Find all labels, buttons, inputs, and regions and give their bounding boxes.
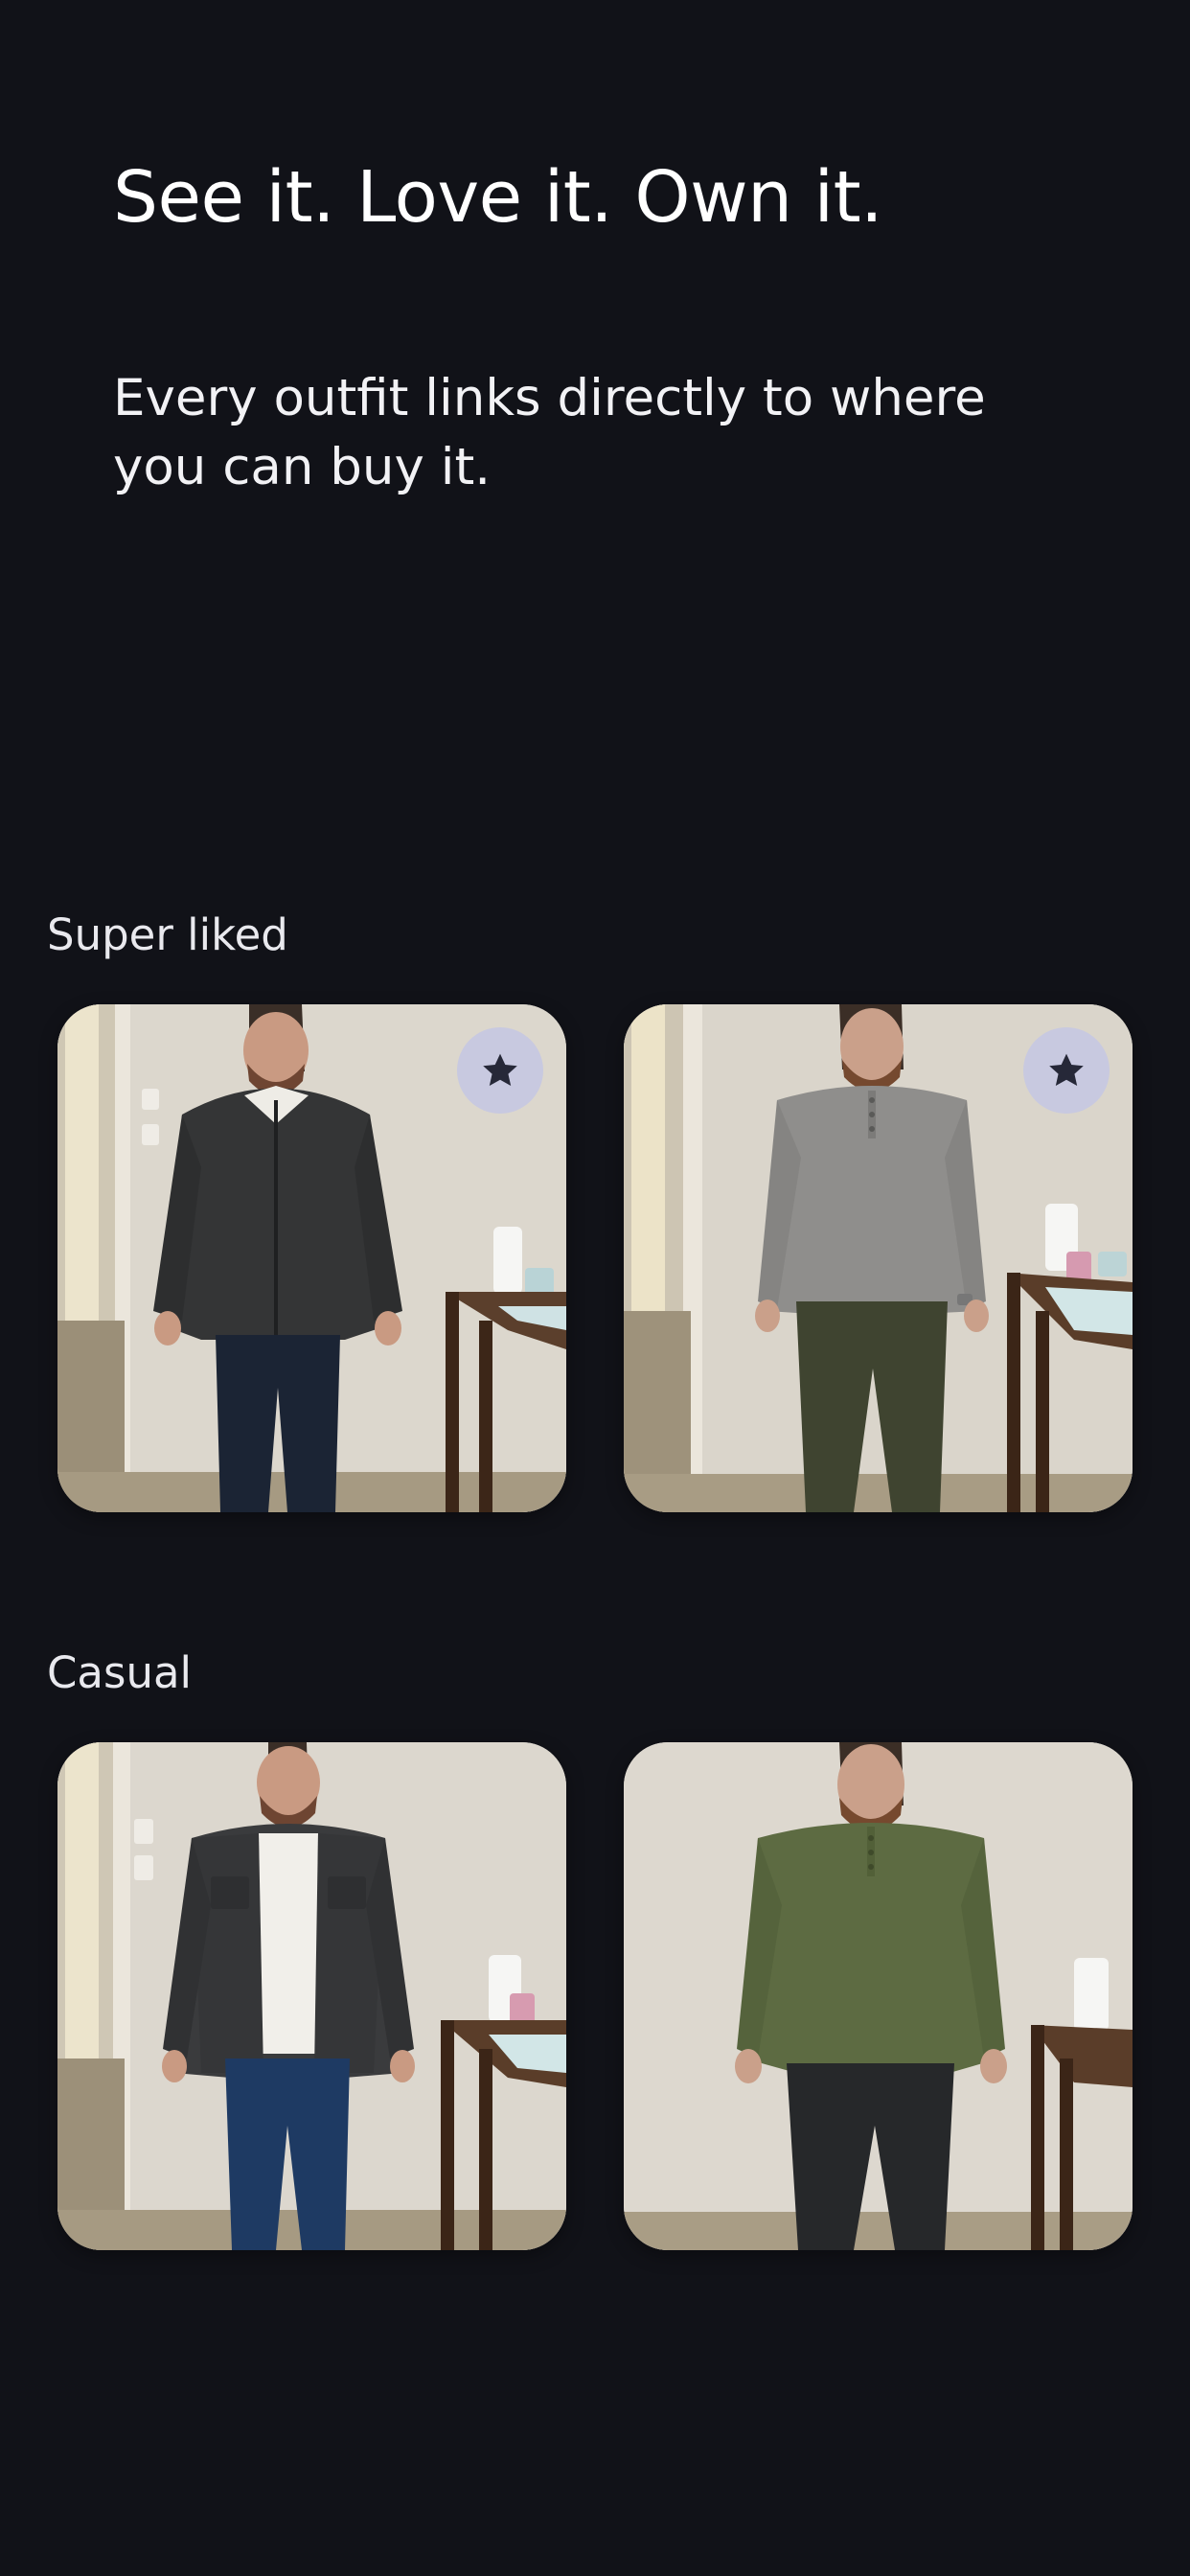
star-icon [1049, 1053, 1084, 1086]
outfit-card[interactable] [624, 1742, 1133, 2250]
section-label-casual: Casual [47, 1647, 193, 1698]
outfit-photo [624, 1742, 1133, 2250]
onboarding-screen: See it. Love it. Own it. Every outfit li… [0, 0, 1190, 2576]
outfit-card[interactable] [624, 1004, 1133, 1512]
outfit-card[interactable] [57, 1004, 566, 1512]
outfit-photo [57, 1742, 566, 2250]
super-like-badge[interactable] [457, 1027, 543, 1114]
star-icon [483, 1053, 517, 1086]
outfit-card[interactable] [57, 1742, 566, 2250]
section-label-super-liked: Super liked [47, 909, 288, 960]
super-like-badge[interactable] [1023, 1027, 1110, 1114]
subhead: Every outfit links directly to where you… [113, 369, 986, 496]
headline: See it. Love it. Own it. [113, 156, 883, 239]
